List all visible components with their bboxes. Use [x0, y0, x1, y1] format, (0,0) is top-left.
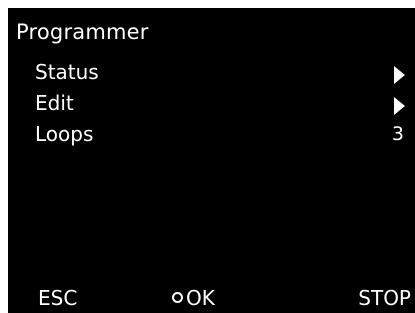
chevron-right-icon: [394, 97, 405, 115]
display-screen: Programmer Status Edit Loops 3 ESC OK ST…: [8, 8, 415, 313]
loops-value: 3: [391, 123, 404, 145]
esc-softkey[interactable]: ESC: [38, 286, 77, 310]
device-bezel: Programmer Status Edit Loops 3 ESC OK ST…: [0, 0, 415, 313]
chevron-right-icon: [394, 66, 405, 84]
ring-icon: [172, 292, 183, 303]
menu-item-label: Loops: [35, 122, 94, 146]
menu-item-label: Edit: [35, 91, 74, 115]
menu-item-label: Status: [35, 60, 99, 84]
menu-item-status[interactable]: Status: [35, 60, 405, 90]
stop-softkey[interactable]: STOP: [358, 286, 411, 310]
menu-item-edit[interactable]: Edit: [35, 91, 405, 121]
ok-softkey-label: OK: [186, 286, 215, 310]
menu-item-loops[interactable]: Loops 3: [35, 122, 405, 152]
ok-softkey[interactable]: OK: [172, 286, 215, 310]
page-title: Programmer: [16, 20, 149, 44]
